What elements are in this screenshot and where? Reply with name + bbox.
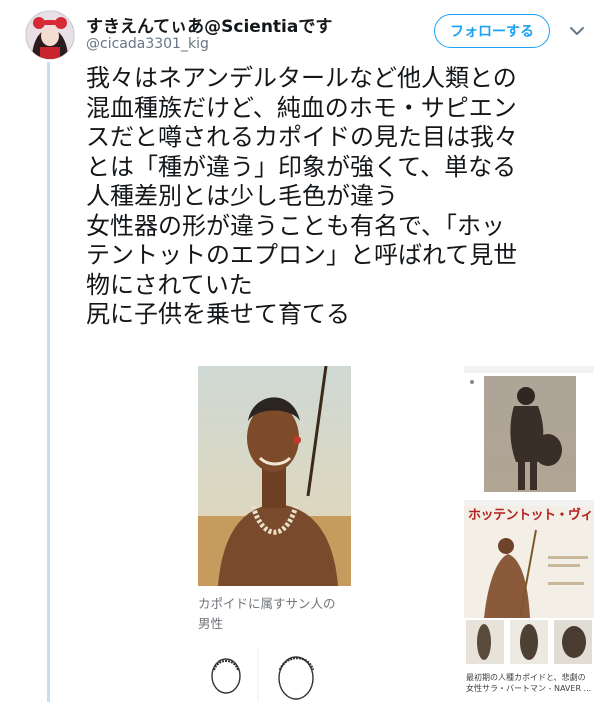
caption-right-line: 女性サラ・バートマン - NAVER ... <box>466 684 592 693</box>
caption-left-line: カポイドに属すサン人の <box>198 596 336 611</box>
caption-right-line: 最初期の人種カポイドと、悲劇の <box>466 673 586 682</box>
follow-button[interactable]: フォローする <box>434 14 550 48</box>
chevron-down-icon[interactable] <box>568 22 586 40</box>
tweet-line: 女性器の形が違うことも有名で、「ホッ <box>86 211 506 240</box>
book-cover[interactable]: ホッテントット・ヴィーナス <box>464 500 594 618</box>
tweet-line: とは「種が違う」印象が強くて、単なる <box>86 152 517 181</box>
avatar[interactable] <box>25 10 75 60</box>
right-images: ホッテントット・ヴィーナス 最初期の人種カポイドと、悲劇の 女性サラ・バートマン… <box>464 366 594 702</box>
tweet-line: 我々はネアンデルタールなど他人類との <box>86 64 517 92</box>
user-handle[interactable]: @cicada3301_kig <box>86 36 209 52</box>
caption-left: カポイドに属すサン人の 男性 <box>198 594 336 634</box>
caption-left-line: 男性 <box>198 616 224 631</box>
sketch-heads[interactable] <box>198 648 348 702</box>
tweet-line: 物にされていた <box>86 270 253 299</box>
caption-right: 最初期の人種カポイドと、悲劇の 女性サラ・バートマン - NAVER ... <box>466 672 594 694</box>
photo-woman[interactable] <box>464 366 594 496</box>
tweet-line: 尻に子供を乗せて育てる <box>86 300 350 328</box>
photo-strip[interactable] <box>464 620 594 664</box>
photo-san-man[interactable] <box>198 366 351 586</box>
display-name[interactable]: すきえんてぃあ@Scientiaです <box>86 12 332 37</box>
thread-line <box>47 62 50 702</box>
tweet-media[interactable]: カポイドに属すサン人の 男性 ホッテントット・ヴィ 最初期の人種カポイドと、悲劇… <box>86 366 596 702</box>
tweet-line: スだと噂されるカポイドの見た目は我々 <box>86 123 518 151</box>
book-title: ホッテントット・ヴィーナス <box>468 508 594 523</box>
tweet-line: テントットのエプロン」と呼ばれて見世 <box>86 241 518 269</box>
tweet-line: 人種差別とは少し毛色が違う <box>86 182 398 210</box>
tweet-text: 我々はネアンデルタールなど他人類との 混血種族だけど、純血のホモ・サピエン スだ… <box>86 64 606 330</box>
tweet-line: 混血種族だけど、純血のホモ・サピエン <box>86 93 517 122</box>
